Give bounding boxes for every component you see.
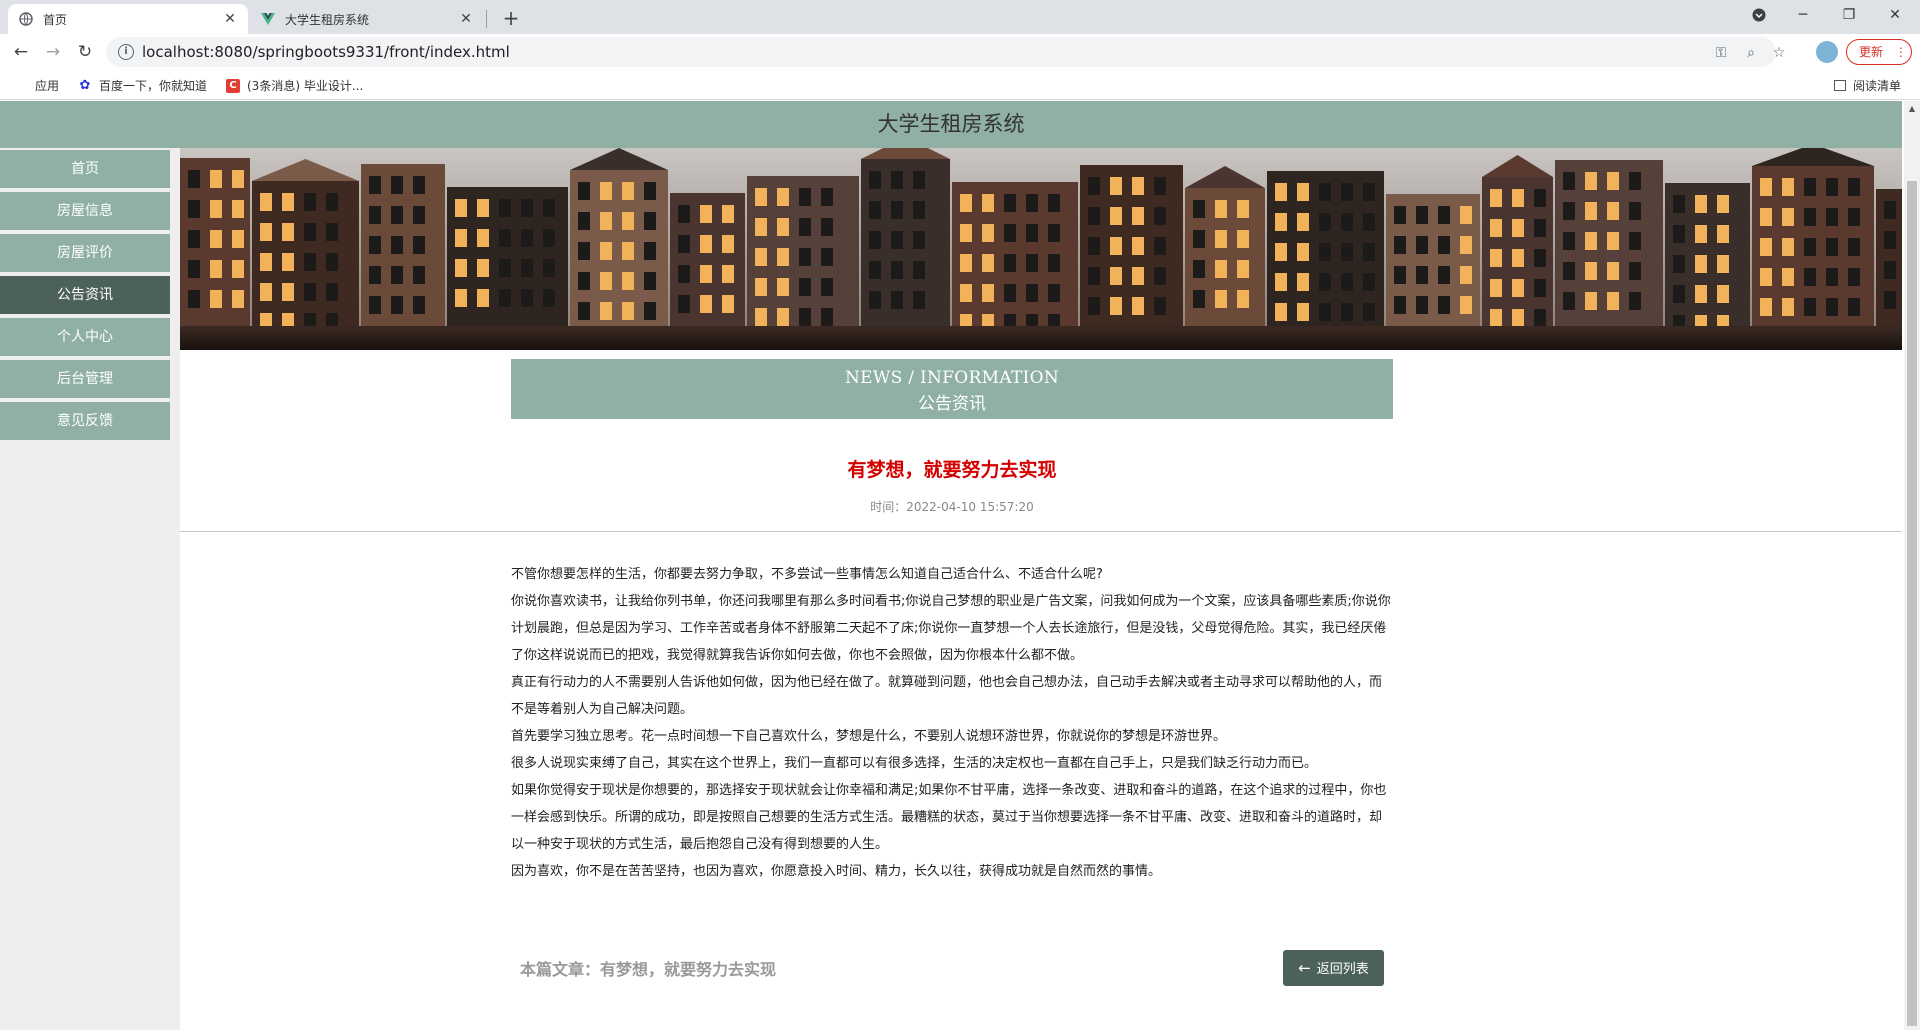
nav-item-personal-center[interactable]: 个人中心 bbox=[0, 318, 170, 356]
update-label: 更新 bbox=[1859, 45, 1884, 59]
browser-toolbar: ← → ↻ i localhost:8080/springboots9331/f… bbox=[0, 34, 1920, 70]
address-bar[interactable]: i localhost:8080/springboots9331/front/i… bbox=[106, 37, 1785, 67]
csdn-icon: C bbox=[226, 78, 240, 93]
bookmarks-bar: 应用 ✿ 百度一下，你就知道 C (3条消息) 毕业设计... 阅读清单 bbox=[0, 70, 1920, 100]
banner-image bbox=[180, 148, 1902, 350]
url-text[interactable]: localhost:8080/springboots9331/front/ind… bbox=[142, 43, 510, 61]
vue-logo-icon bbox=[260, 11, 276, 27]
reload-icon[interactable]: ↻ bbox=[72, 40, 98, 64]
divider bbox=[180, 531, 1902, 532]
nav-item-admin[interactable]: 后台管理 bbox=[0, 360, 170, 398]
article-title: 有梦想，就要努力去实现 bbox=[847, 459, 1057, 481]
close-window-button[interactable]: ✕ bbox=[1872, 0, 1918, 30]
more-menu-icon: ⋮ bbox=[1894, 45, 1907, 59]
restore-button[interactable]: ❐ bbox=[1826, 0, 1872, 30]
new-tab-button[interactable]: + bbox=[498, 6, 524, 32]
nav-item-feedback[interactable]: 意见反馈 bbox=[0, 402, 170, 440]
nav-item-house-info[interactable]: 房屋信息 bbox=[0, 192, 170, 230]
page-content: 大学生租房系统 首页 房屋信息 房屋评价 公告资讯 个人中心 后台管理 意见反馈 bbox=[0, 101, 1902, 1030]
article-time: 时间：2022-04-10 15:57:20 bbox=[870, 500, 1034, 514]
minimize-button[interactable]: ─ bbox=[1780, 0, 1826, 30]
tab-separator bbox=[486, 10, 487, 28]
article-paragraph: 很多人说现实束缚了自己，其实在这个世界上，我们一直都可以有很多选择，生活的决定权… bbox=[511, 756, 1318, 771]
update-button[interactable]: 更新 ⋮ bbox=[1846, 39, 1912, 65]
bookmark-label: (3条消息) 毕业设计... bbox=[247, 79, 364, 93]
nav-item-house-review[interactable]: 房屋评价 bbox=[0, 234, 170, 272]
article-paragraph: 你说你喜欢读书，让我给你列书单，你还问我哪里有那么多时间看书;你说自己梦想的职业… bbox=[511, 594, 1391, 663]
article-paragraph: 因为喜欢，你不是在苦苦坚持，也因为喜欢，你愿意投入时间、精力，长久以往，获得成功… bbox=[511, 864, 1162, 879]
close-tab-icon[interactable]: ✕ bbox=[458, 11, 474, 27]
tab-search-icon[interactable] bbox=[1736, 0, 1782, 30]
site-title: 大学生租房系统 bbox=[0, 101, 1902, 148]
forward-arrow-icon[interactable]: → bbox=[40, 40, 66, 64]
tab-title: 首页 bbox=[43, 12, 68, 27]
back-to-list-label: 返回列表 bbox=[1316, 962, 1369, 977]
close-tab-icon[interactable]: ✕ bbox=[222, 11, 238, 27]
scroll-up-arrow-icon[interactable]: ▲ bbox=[1904, 101, 1920, 117]
back-arrow-icon[interactable]: ← bbox=[8, 40, 34, 64]
scrollbar-thumb[interactable] bbox=[1907, 181, 1917, 1026]
article-paragraph: 不管你想要怎样的生活，你都要去努力争取，不多尝试一些事情怎么知道自己适合什么、不… bbox=[511, 567, 1103, 582]
star-icon[interactable]: ☆ bbox=[1770, 44, 1788, 62]
bookmark-baidu[interactable]: ✿ 百度一下，你就知道 bbox=[78, 77, 207, 94]
page-scrollbar[interactable]: ▲ bbox=[1904, 101, 1920, 1030]
arrow-left-icon: ← bbox=[1298, 959, 1311, 977]
baidu-icon: ✿ bbox=[79, 77, 91, 93]
section-title-en: NEWS / INFORMATION bbox=[844, 368, 1060, 388]
nav-item-home[interactable]: 首页 bbox=[0, 150, 170, 188]
nav-item-news[interactable]: 公告资讯 bbox=[0, 276, 170, 314]
globe-icon bbox=[18, 11, 34, 27]
zoom-icon[interactable]: ⌕ bbox=[1742, 44, 1760, 62]
tab-title: 大学生租房系统 bbox=[285, 12, 370, 27]
article-body: 不管你想要怎样的生活，你都要去努力争取，不多尝试一些事情怎么知道自己适合什么、不… bbox=[511, 561, 1393, 885]
section-header: NEWS / INFORMATION 公告资讯 bbox=[511, 359, 1393, 419]
current-article-label: 本篇文章：有梦想，就要努力去实现 bbox=[520, 960, 777, 979]
reading-list-icon bbox=[1834, 80, 1846, 91]
reading-list-label: 阅读清单 bbox=[1853, 79, 1902, 93]
article-paragraph: 首先要学习独立思考。花一点时间想一下自己喜欢什么，梦想是什么，不要别人说想环游世… bbox=[511, 729, 1227, 744]
sidebar-nav: 首页 房屋信息 房屋评价 公告资讯 个人中心 后台管理 意见反馈 bbox=[0, 148, 180, 1030]
tab-home[interactable]: 首页 ✕ bbox=[8, 4, 248, 34]
site-info-icon[interactable]: i bbox=[118, 44, 134, 60]
bookmark-apps[interactable]: 应用 bbox=[14, 77, 59, 94]
bookmark-label: 百度一下，你就知道 bbox=[99, 79, 208, 93]
profile-avatar[interactable] bbox=[1816, 41, 1838, 63]
back-to-list-button[interactable]: ← 返回列表 bbox=[1283, 950, 1384, 986]
article-paragraph: 真正有行动力的人不需要别人告诉他如何做，因为他已经在做了。就算碰到问题，他也会自… bbox=[511, 675, 1383, 717]
bookmark-label: 应用 bbox=[35, 79, 60, 93]
key-icon[interactable]: ⚿ bbox=[1712, 44, 1730, 62]
apps-icon bbox=[14, 79, 28, 93]
tab-rental-system[interactable]: 大学生租房系统 ✕ bbox=[250, 4, 484, 34]
article-paragraph: 如果你觉得安于现状是你想要的，那选择安于现状就会让你幸福和满足;如果你不甘平庸，… bbox=[511, 783, 1387, 852]
browser-tab-bar: 首页 ✕ 大学生租房系统 ✕ + ─ ❐ ✕ bbox=[0, 0, 1920, 34]
reading-list[interactable]: 阅读清单 bbox=[1834, 77, 1901, 94]
bookmark-csdn[interactable]: C (3条消息) 毕业设计... bbox=[226, 77, 363, 94]
section-title-cn: 公告资讯 bbox=[918, 394, 986, 414]
